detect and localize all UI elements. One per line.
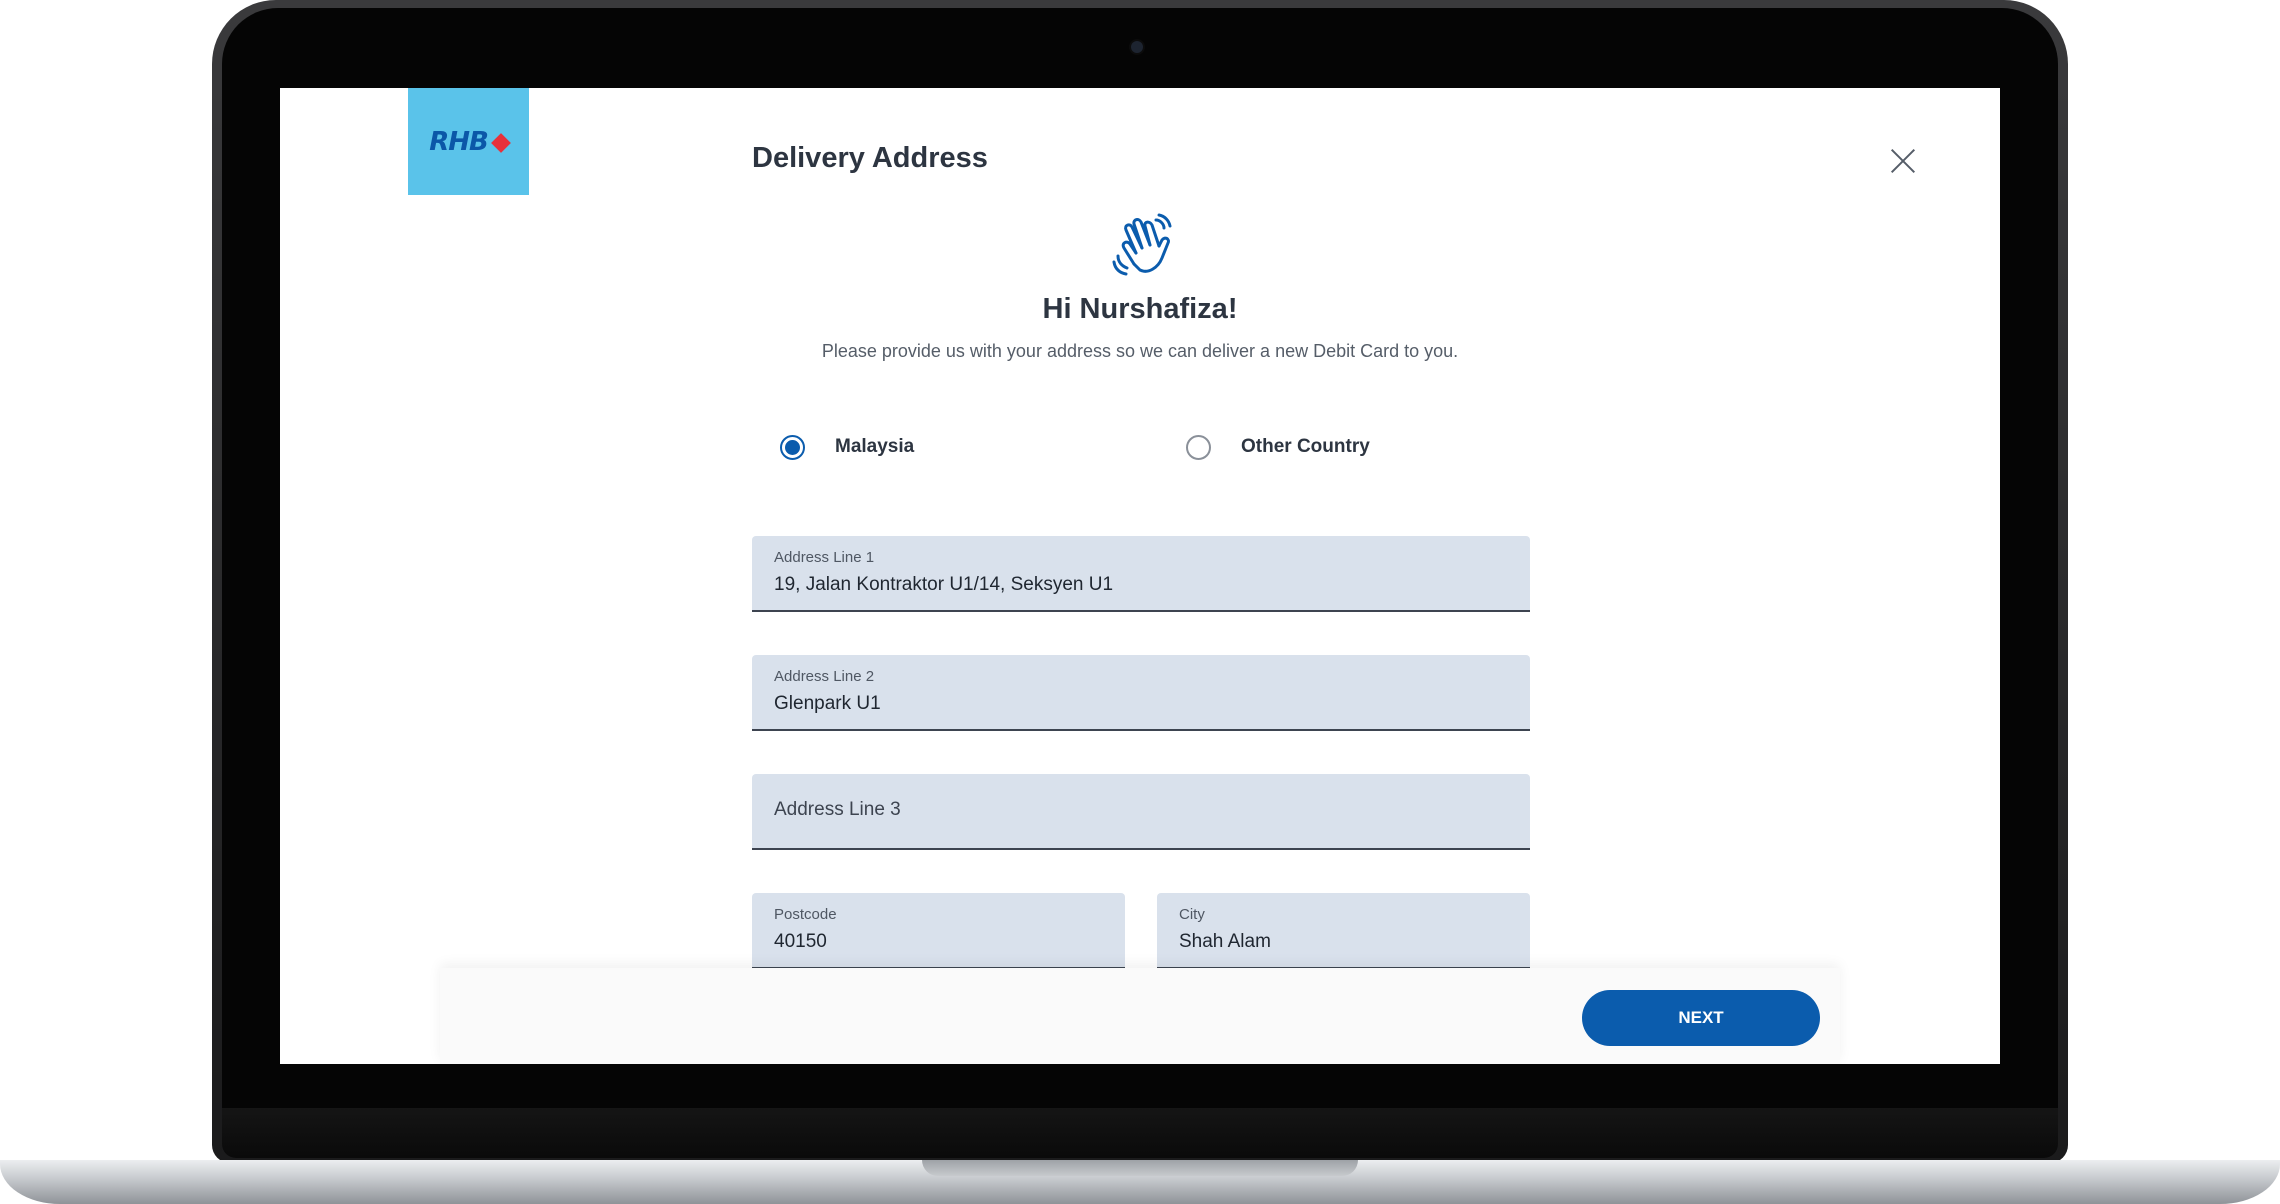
postcode-value[interactable]: 40150	[774, 931, 827, 953]
waving-hand-icon	[1112, 213, 1172, 276]
radio-checked-icon[interactable]	[780, 434, 805, 460]
address-line-2-field[interactable]: Address Line 2 Glenpark U1	[752, 655, 1530, 731]
address-line-3-placeholder[interactable]: Address Line 3	[774, 799, 901, 821]
city-label: City	[1179, 906, 1205, 923]
logo-text: RHB	[429, 126, 489, 157]
page-title: Delivery Address	[752, 142, 988, 174]
webcam-icon	[1131, 41, 1143, 53]
city-field[interactable]: City Shah Alam	[1157, 893, 1530, 969]
city-value[interactable]: Shah Alam	[1179, 931, 1271, 953]
laptop-bezel-bottom	[222, 1108, 2058, 1158]
close-button[interactable]	[1890, 148, 1916, 174]
radio-unchecked-icon[interactable]	[1186, 434, 1211, 460]
laptop-notch	[922, 1160, 1358, 1176]
address-line-2-label: Address Line 2	[774, 668, 875, 685]
radio-label-other-country: Other Country	[1241, 436, 1370, 457]
postcode-field[interactable]: Postcode 40150	[752, 893, 1125, 969]
logo-diamond-icon	[490, 132, 511, 153]
address-line-2-value[interactable]: Glenpark U1	[774, 693, 881, 715]
app-screen: RHB Delivery Address Hi Nurshafiza! Plea…	[280, 88, 2000, 1064]
address-line-1-field[interactable]: Address Line 1 19, Jalan Kontraktor U1/1…	[752, 536, 1530, 612]
radio-other-country[interactable]: Other Country	[1186, 430, 1370, 464]
greeting-message: Please provide us with your address so w…	[821, 341, 1459, 361]
radio-label-malaysia: Malaysia	[835, 436, 915, 457]
address-line-3-field[interactable]: Address Line 3	[752, 774, 1530, 850]
next-button[interactable]: NEXT	[1582, 990, 1820, 1046]
address-line-1-value[interactable]: 19, Jalan Kontraktor U1/14, Seksyen U1	[774, 574, 1113, 596]
greeting-headline: Hi Nurshafiza!	[1042, 293, 1238, 325]
rhb-logo: RHB	[408, 88, 529, 195]
address-line-1-label: Address Line 1	[774, 549, 875, 566]
postcode-label: Postcode	[774, 906, 837, 923]
radio-malaysia[interactable]: Malaysia	[780, 430, 914, 464]
